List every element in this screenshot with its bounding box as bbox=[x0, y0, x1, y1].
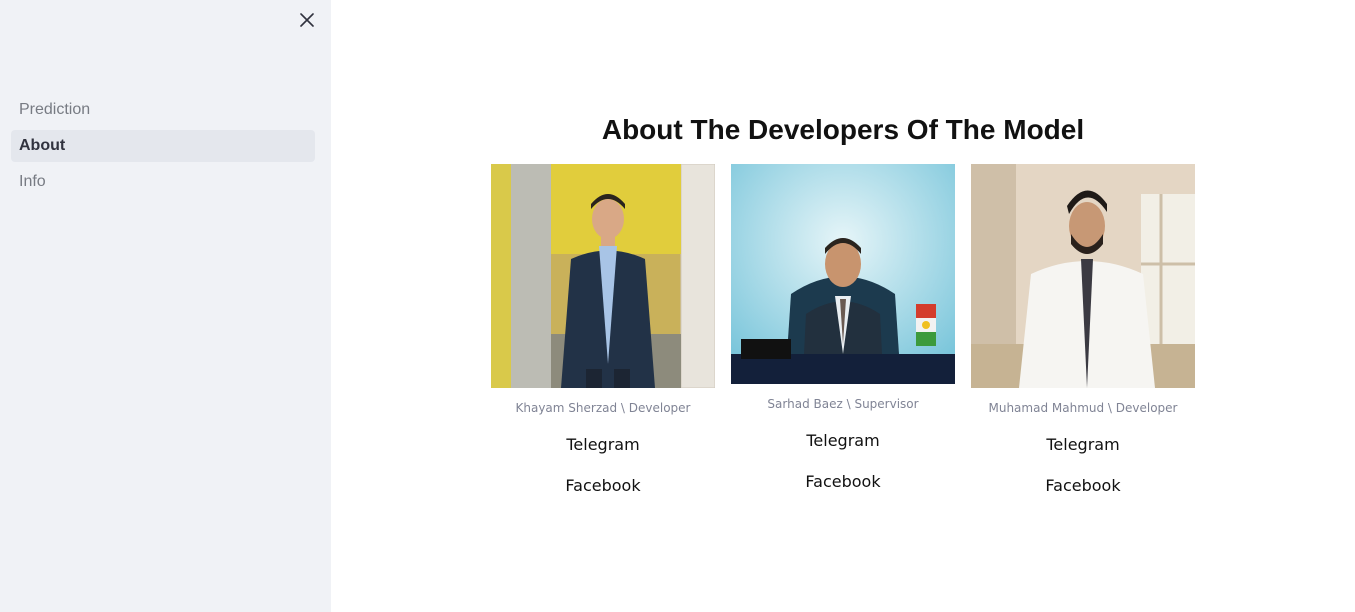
telegram-link[interactable]: Telegram bbox=[731, 431, 955, 450]
developer-card: Khayam Sherzad \ Developer Telegram Face… bbox=[491, 164, 715, 495]
sidebar-nav: Prediction About Info bbox=[11, 94, 315, 202]
telegram-link[interactable]: Telegram bbox=[491, 435, 715, 454]
developer-caption: Khayam Sherzad \ Developer bbox=[515, 401, 691, 415]
telegram-link[interactable]: Telegram bbox=[971, 435, 1195, 454]
developer-photo bbox=[731, 164, 955, 384]
main-content: About The Developers Of The Model Khayam… bbox=[331, 0, 1355, 612]
developer-card: Sarhad Baez \ Supervisor Telegram Facebo… bbox=[731, 164, 955, 491]
facebook-link[interactable]: Facebook bbox=[731, 472, 955, 491]
page-title: About The Developers Of The Model bbox=[601, 114, 1085, 145]
sidebar: Prediction About Info bbox=[0, 0, 331, 612]
sidebar-item-prediction[interactable]: Prediction bbox=[11, 94, 315, 126]
sidebar-item-about[interactable]: About bbox=[11, 130, 315, 162]
developer-caption: Sarhad Baez \ Supervisor bbox=[767, 397, 919, 411]
developer-photo bbox=[491, 164, 715, 388]
close-icon bbox=[300, 13, 314, 27]
facebook-link[interactable]: Facebook bbox=[971, 476, 1195, 495]
facebook-link[interactable]: Facebook bbox=[491, 476, 715, 495]
developer-caption: Muhamad Mahmud \ Developer bbox=[988, 401, 1178, 415]
developer-photo bbox=[971, 164, 1195, 388]
sidebar-item-info[interactable]: Info bbox=[11, 166, 315, 198]
close-sidebar-button[interactable] bbox=[296, 9, 318, 31]
developer-card: Muhamad Mahmud \ Developer Telegram Face… bbox=[971, 164, 1195, 495]
